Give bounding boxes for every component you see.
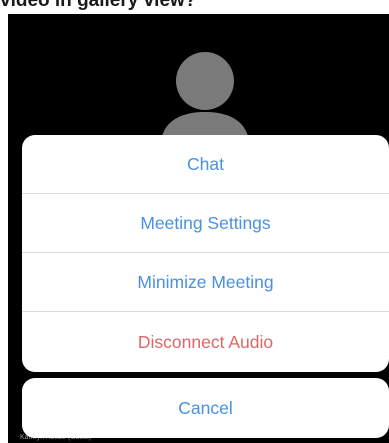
page-caption: video in gallery view?: [0, 0, 197, 11]
meeting-settings-button[interactable]: Meeting Settings: [22, 194, 389, 253]
meeting-action-sheet: Chat Meeting Settings Minimize Meeting D…: [22, 135, 389, 372]
disconnect-audio-button[interactable]: Disconnect Audio: [22, 312, 389, 372]
chat-button[interactable]: Chat: [22, 135, 389, 194]
minimize-meeting-button[interactable]: Minimize Meeting: [22, 253, 389, 312]
cancel-button[interactable]: Cancel: [22, 378, 389, 438]
